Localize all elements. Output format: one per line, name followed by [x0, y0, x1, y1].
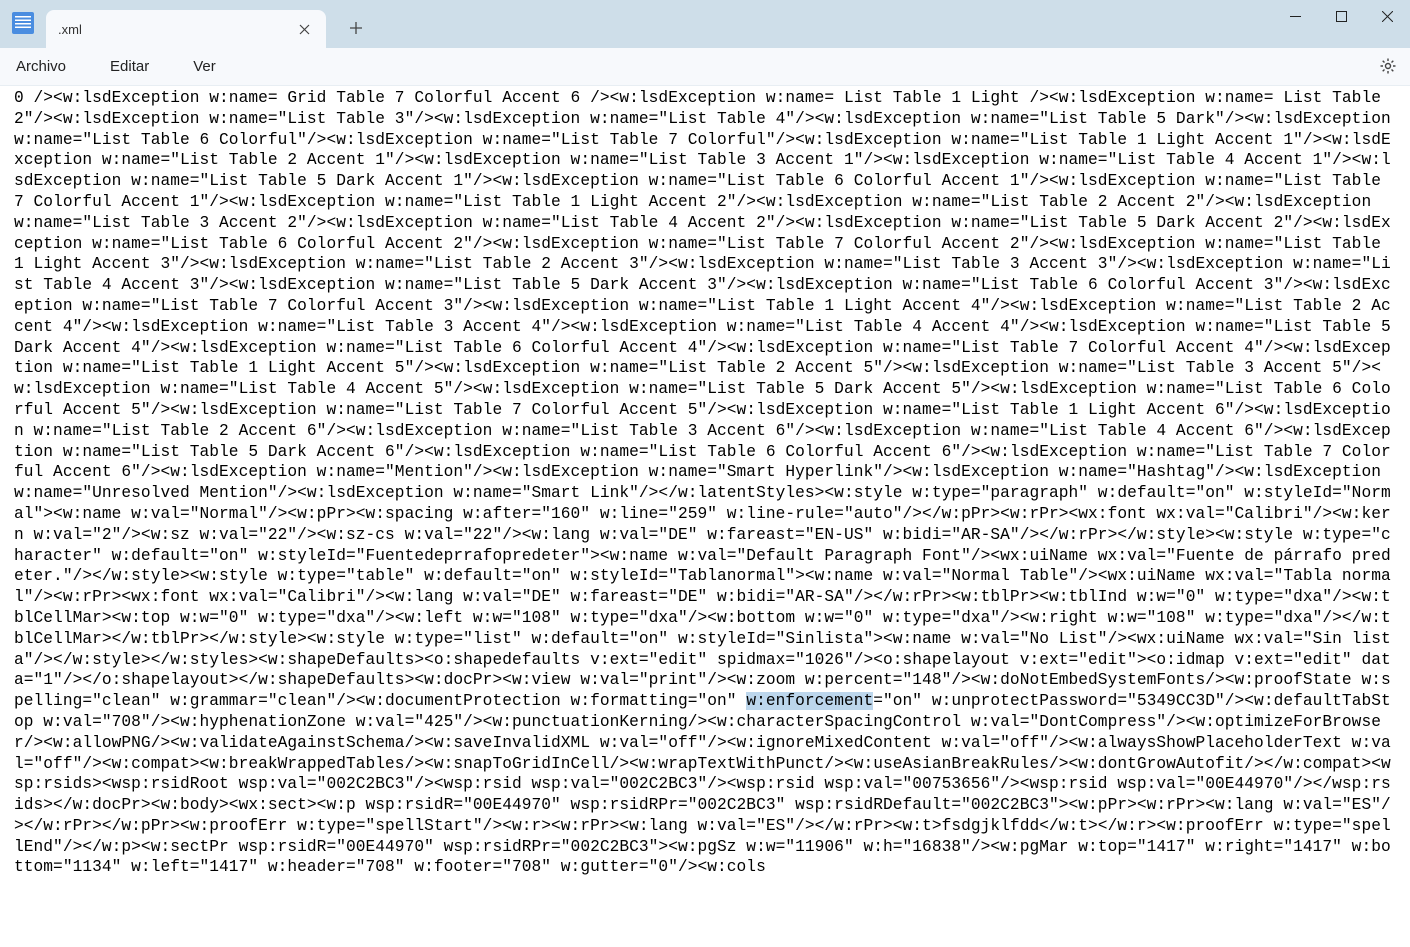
titlebar: .xml [0, 0, 1410, 48]
text-after-selection: ="on" w:unprotectPassword="5349CC3D"/><w… [14, 692, 1391, 876]
settings-gear-icon[interactable] [1378, 56, 1398, 80]
document-tab[interactable]: .xml [46, 10, 326, 48]
close-window-button[interactable] [1364, 0, 1410, 32]
menu-editar[interactable]: Editar [102, 54, 157, 79]
tab-close-button[interactable] [294, 19, 314, 39]
maximize-button[interactable] [1318, 0, 1364, 32]
tab-title: .xml [58, 22, 82, 37]
window-controls [1272, 0, 1410, 32]
editor-content[interactable]: 0 /><w:lsdException w:name= Grid Table 7… [0, 86, 1410, 878]
minimize-button[interactable] [1272, 0, 1318, 32]
selected-text: w:enforcement [746, 692, 873, 710]
menu-ver[interactable]: Ver [185, 54, 224, 79]
menu-archivo[interactable]: Archivo [8, 54, 74, 79]
new-tab-button[interactable] [338, 10, 374, 46]
notepad-app-icon [12, 12, 34, 34]
text-before-selection: 0 /><w:lsdException w:name= Grid Table 7… [14, 89, 1401, 710]
menubar: Archivo Editar Ver [0, 48, 1410, 86]
